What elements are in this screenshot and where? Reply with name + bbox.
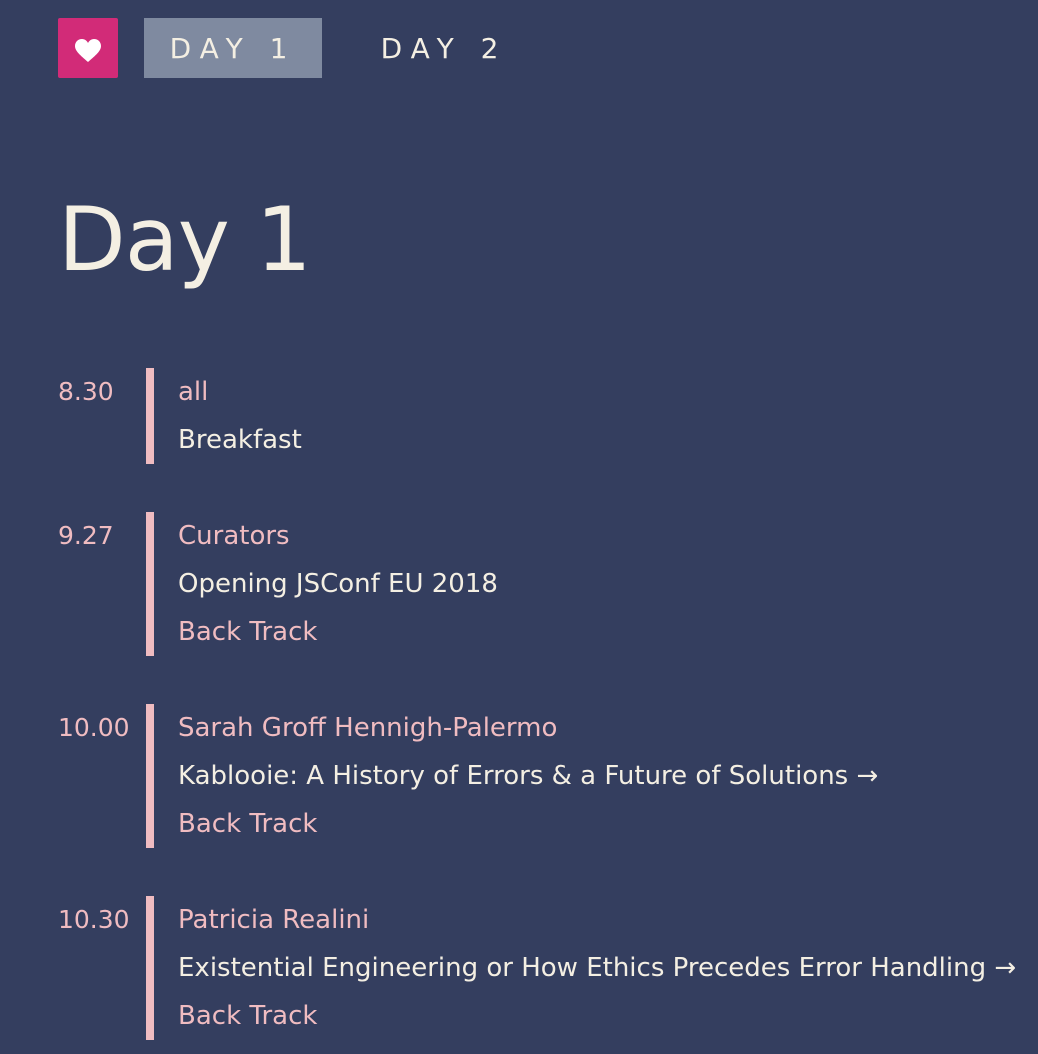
tab-day-1[interactable]: DAY 1 — [144, 18, 322, 78]
slot-divider — [146, 704, 154, 848]
slot-title: Breakfast — [178, 425, 302, 455]
slot-track: Back Track — [178, 1001, 318, 1031]
slot-divider — [146, 896, 154, 1040]
slot-speaker: all — [178, 377, 209, 407]
slot-title: Opening JSConf EU 2018 — [178, 569, 498, 599]
schedule-slot: 8.30 all Breakfast — [58, 368, 1028, 464]
slot-speaker: Sarah Groff Hennigh-Palermo — [178, 713, 558, 743]
slot-speaker: Curators — [178, 521, 290, 551]
slot-track: Back Track — [178, 809, 318, 839]
logo-button[interactable] — [58, 18, 118, 78]
schedule-slot: 10.30 Patricia Realini Existential Engin… — [58, 896, 1028, 1040]
slot-time: 9.27 — [58, 521, 114, 550]
page-title: Day 1 — [58, 188, 312, 291]
slot-time: 10.00 — [58, 713, 130, 742]
slot-time: 8.30 — [58, 377, 114, 406]
slot-divider — [146, 368, 154, 464]
heart-icon — [75, 39, 101, 62]
slot-speaker: Patricia Realini — [178, 905, 370, 935]
schedule-slot: 10.00 Sarah Groff Hennigh-Palermo Kabloo… — [58, 704, 1028, 848]
slot-time: 10.30 — [58, 905, 130, 934]
slot-divider — [146, 512, 154, 656]
slot-track: Back Track — [178, 617, 318, 647]
talk-link[interactable]: Existential Engineering or How Ethics Pr… — [178, 944, 1028, 992]
tab-day-2[interactable]: DAY 2 — [354, 18, 534, 78]
talk-link[interactable]: Kablooie: A History of Errors & a Future… — [178, 752, 1028, 800]
schedule-slot: 9.27 Curators Opening JSConf EU 2018 Bac… — [58, 512, 1028, 656]
